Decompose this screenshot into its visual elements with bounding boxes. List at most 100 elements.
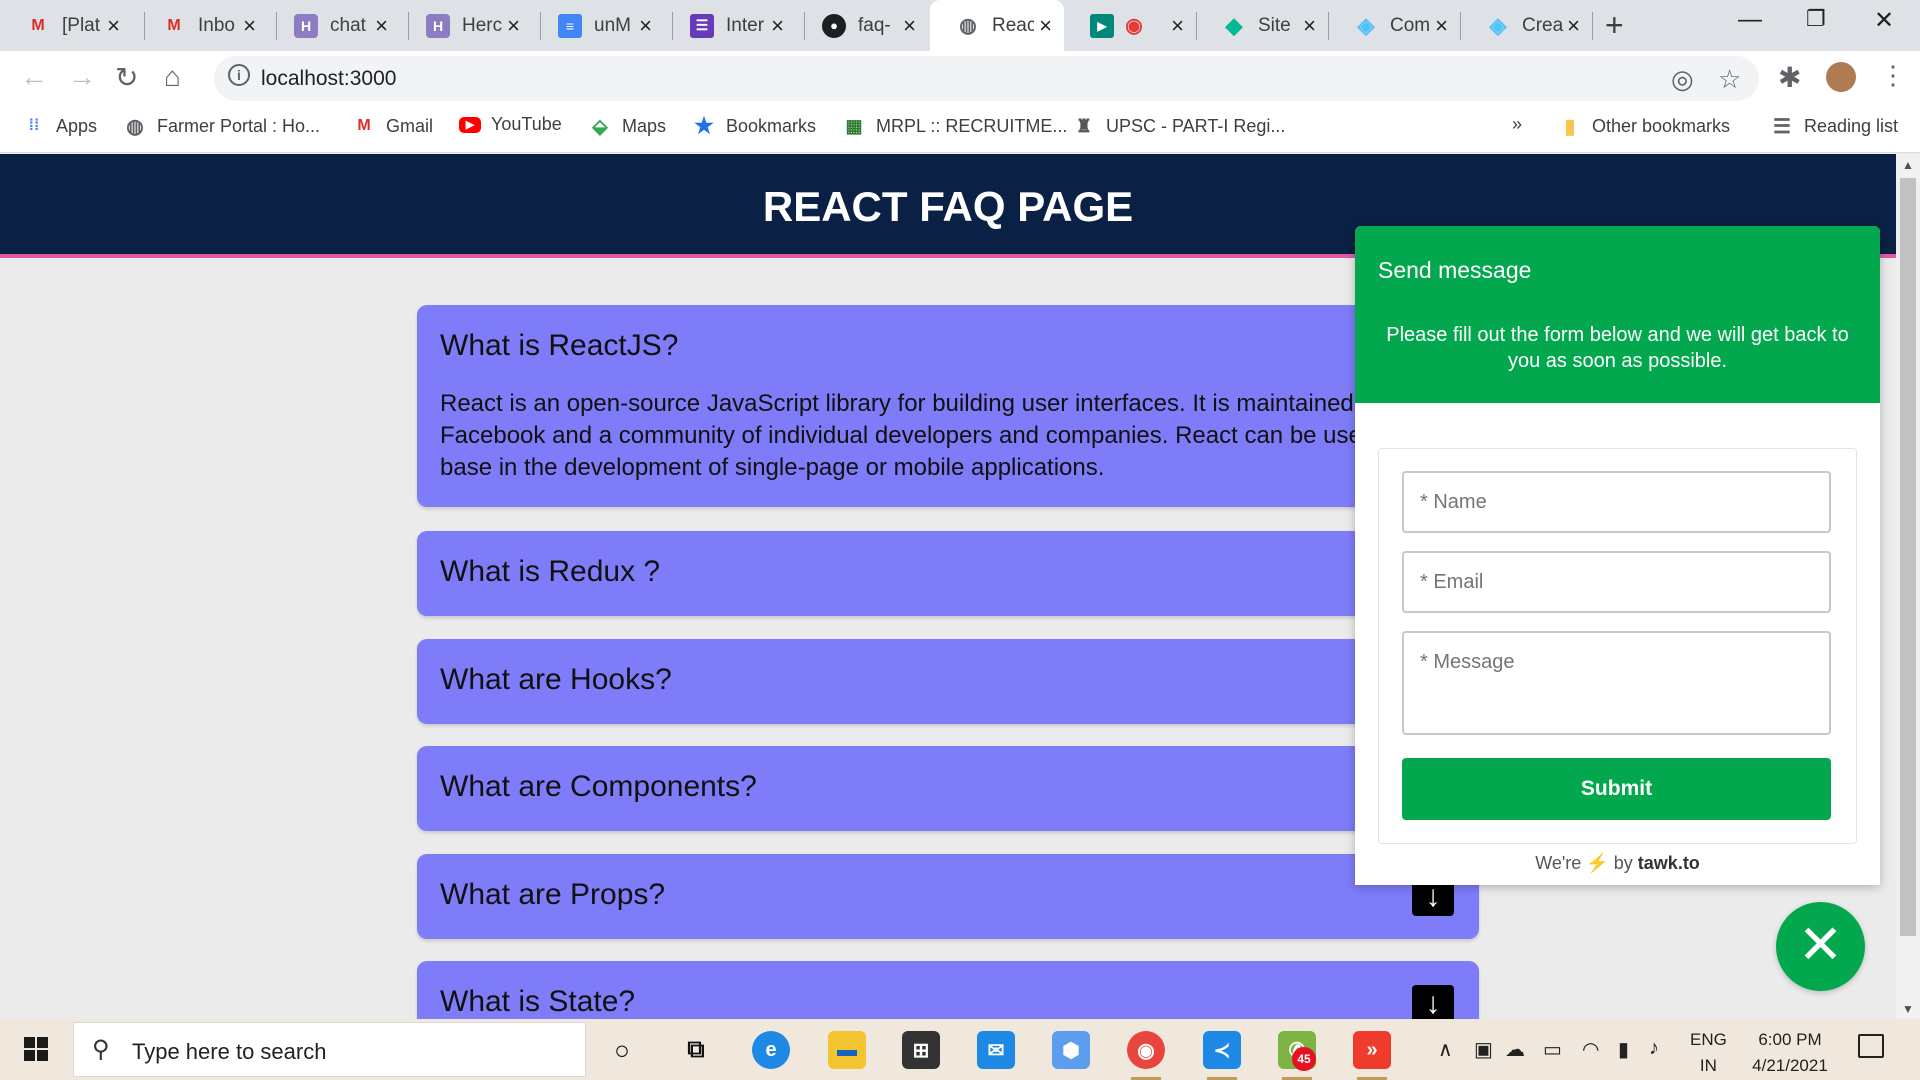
mail-icon[interactable]: ✉	[977, 1031, 1015, 1069]
cortana-icon[interactable]: ○	[603, 1031, 641, 1069]
powered-by[interactable]: We're ⚡ by tawk.to	[1355, 853, 1880, 874]
faq-question[interactable]: What are Props?	[440, 878, 665, 912]
faq-item[interactable]: What is ReactJS? React is an open-source…	[417, 305, 1479, 507]
extensions-puzzle-icon[interactable]: ✱	[1778, 61, 1801, 94]
system-clock[interactable]: 6:00 PM 4/21/2021	[1740, 1027, 1840, 1079]
other-bookmarks[interactable]: ▮ Other bookmarks	[1558, 114, 1730, 138]
windows-start-icon[interactable]	[24, 1037, 48, 1061]
close-tab-icon[interactable]: ×	[375, 13, 388, 39]
close-tab-icon[interactable]: ×	[243, 13, 256, 39]
bookmark-star-icon[interactable]: ☆	[1718, 64, 1741, 95]
close-tab-icon[interactable]: ×	[1567, 13, 1580, 39]
onedrive-icon[interactable]: ☁	[1505, 1037, 1525, 1062]
tab-9[interactable]: ◆ Site ×	[1196, 0, 1328, 51]
task-view-icon[interactable]: ⧉	[677, 1031, 715, 1069]
tab-5[interactable]: ☰ Inter ×	[664, 0, 796, 51]
bookmarks-overflow-button[interactable]: »	[1512, 114, 1522, 135]
cube-app-icon[interactable]: ⬢	[1052, 1031, 1090, 1069]
close-tab-icon[interactable]: ×	[639, 13, 652, 39]
arrow-down-icon[interactable]: ↓	[1412, 985, 1454, 1019]
show-hidden-icons-chevron-icon[interactable]: ∧	[1438, 1037, 1453, 1062]
url-text[interactable]: localhost:3000	[261, 67, 396, 91]
submit-button[interactable]: Submit	[1402, 758, 1831, 820]
vscode-icon[interactable]: ≺	[1203, 1031, 1241, 1080]
email-field[interactable]	[1402, 551, 1831, 613]
reading-list[interactable]: ☰ Reading list	[1770, 114, 1898, 138]
tab-1[interactable]: M Inbo ×	[136, 0, 268, 51]
bookmark-gmail[interactable]: M Gmail	[352, 114, 433, 138]
bookmark-apps[interactable]: ⁞⁞ Apps	[22, 114, 97, 138]
faq-question[interactable]: What is Redux ?	[440, 555, 660, 589]
bookmark-youtube[interactable]: ▶ YouTube	[459, 114, 562, 135]
faq-item[interactable]: What is State? ↓	[417, 961, 1479, 1019]
faq-question[interactable]: What are Components?	[440, 770, 757, 804]
faq-item[interactable]: What are Components? ↓	[417, 746, 1479, 831]
bookmark-mrpl[interactable]: ▦ MRPL :: RECRUITME...	[842, 114, 1067, 138]
microphone-icon[interactable]: ▮	[1618, 1037, 1629, 1062]
microsoft-store-icon[interactable]: ⊞	[902, 1031, 940, 1069]
close-tab-icon[interactable]: ×	[107, 13, 120, 39]
message-field[interactable]	[1402, 631, 1831, 735]
file-explorer-icon[interactable]: ▬	[828, 1031, 866, 1069]
faq-question[interactable]: What is ReactJS?	[440, 329, 678, 363]
address-bar[interactable]: i localhost:3000 ◎ ☆	[214, 56, 1759, 101]
anydesk-icon[interactable]: »	[1353, 1031, 1391, 1080]
close-tab-icon[interactable]: ×	[771, 13, 784, 39]
scrollbar-thumb[interactable]	[1900, 178, 1916, 936]
meet-now-icon[interactable]: ▣	[1474, 1037, 1493, 1062]
chrome-icon[interactable]: ◉	[1127, 1031, 1165, 1080]
faq-item[interactable]: What is Redux ? ↓	[417, 531, 1479, 616]
volume-icon[interactable]: ♪	[1649, 1037, 1659, 1060]
forward-button[interactable]: →	[68, 61, 96, 93]
tab-11[interactable]: ◈ Crea ×	[1460, 0, 1592, 51]
bookmark-upsc[interactable]: ♜ UPSC - PART-I Regi...	[1072, 114, 1285, 138]
site-info-icon[interactable]: i	[228, 64, 250, 86]
edge-icon[interactable]: e	[752, 1031, 790, 1069]
close-tab-icon[interactable]: ×	[1303, 13, 1316, 39]
bookmark-farmer-portal[interactable]: ◍ Farmer Portal : Ho...	[123, 114, 320, 138]
close-tab-icon[interactable]: ×	[507, 13, 520, 39]
faq-question[interactable]: What are Hooks?	[440, 663, 672, 697]
scroll-up-arrow-icon[interactable]: ▲	[1902, 158, 1914, 172]
tab-0[interactable]: M [Plat ×	[0, 0, 132, 51]
chat-widget-header: Send message Please fill out the form be…	[1355, 226, 1880, 403]
language-indicator[interactable]: ENG IN	[1690, 1027, 1727, 1079]
reload-button[interactable]: ↻	[115, 61, 138, 94]
bookmark-bookmarks[interactable]: ★ Bookmarks	[692, 113, 816, 138]
tab-6[interactable]: ● faq- ×	[796, 0, 928, 51]
close-tab-icon[interactable]: ×	[1171, 13, 1184, 39]
minimize-button[interactable]: —	[1738, 6, 1762, 34]
tab-10[interactable]: ◈ Com ×	[1328, 0, 1460, 51]
faq-question[interactable]: What is State?	[440, 985, 635, 1019]
tab-8[interactable]: ▶ ◉ ×	[1064, 0, 1196, 51]
taskbar-search-box[interactable]: ⚲ Type here to search	[73, 1022, 586, 1077]
close-window-button[interactable]: ✕	[1874, 6, 1894, 35]
tab-7-active[interactable]: ◍ Reac ×	[930, 0, 1064, 51]
tab-2[interactable]: H chat ×	[268, 0, 400, 51]
close-tab-icon[interactable]: ×	[1435, 13, 1448, 39]
faq-item[interactable]: What are Props? ↓	[417, 854, 1479, 939]
close-tab-icon[interactable]: ×	[1039, 13, 1052, 39]
restore-button[interactable]: ❐	[1806, 6, 1826, 32]
tracking-blocked-icon[interactable]: ◎	[1671, 64, 1694, 95]
home-button[interactable]: ⌂	[164, 61, 181, 93]
bookmark-maps[interactable]: ⬙ Maps	[588, 114, 666, 138]
close-tab-icon[interactable]: ×	[903, 13, 916, 39]
battery-icon[interactable]: ▭	[1543, 1037, 1562, 1062]
tab-4[interactable]: ≡ unM ×	[532, 0, 664, 51]
profile-avatar[interactable]	[1826, 62, 1856, 92]
browser-menu-icon[interactable]: ⋮	[1880, 60, 1906, 91]
close-chat-button[interactable]: ✕	[1776, 902, 1865, 991]
tab-title: Reac	[992, 14, 1034, 36]
back-button[interactable]: ←	[20, 61, 48, 93]
name-field[interactable]	[1402, 471, 1831, 533]
wifi-icon[interactable]: ◠	[1582, 1037, 1599, 1062]
new-tab-button[interactable]: +	[1605, 7, 1624, 44]
tab-3[interactable]: H Herc ×	[400, 0, 532, 51]
faq-item[interactable]: What are Hooks? ↓	[417, 639, 1479, 724]
scroll-down-arrow-icon[interactable]: ▼	[1902, 1002, 1914, 1016]
bookmark-label: Farmer Portal : Ho...	[157, 115, 321, 136]
reading-list-icon: ☰	[1773, 115, 1791, 138]
page-scrollbar[interactable]: ▲ ▼	[1896, 154, 1920, 1019]
notifications-icon[interactable]	[1858, 1034, 1884, 1058]
